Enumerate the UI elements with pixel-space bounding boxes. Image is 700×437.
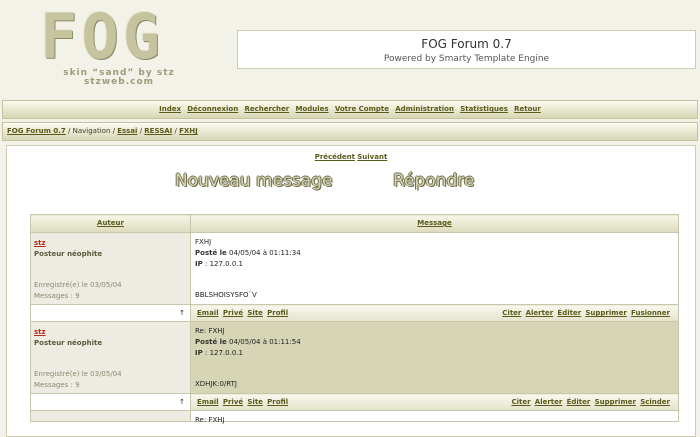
new-message-button[interactable]: Nouveau message	[175, 171, 332, 191]
breadcrumb-sep: /	[174, 127, 177, 135]
breadcrumb-essai[interactable]: Essai	[117, 127, 137, 135]
post-author-cell	[30, 410, 191, 422]
ip-value: : 127.0.0.1	[204, 349, 243, 357]
site-title-box: FOG Forum 0.7 Powered by Smarty Template…	[237, 30, 696, 69]
sort-message-link[interactable]: Message	[417, 219, 452, 227]
author-registered: Enregistré(e) le 03/05/04	[34, 370, 122, 378]
logo-site: stzweb.com	[83, 77, 155, 87]
author-rank: Posteur néophite	[34, 339, 103, 347]
ip-label: IP	[195, 349, 203, 357]
breadcrumb-navigation: Navigation	[72, 127, 111, 135]
breadcrumb-forum[interactable]: FOG Forum 0.7	[7, 127, 66, 135]
posted-label: Posté le	[195, 249, 227, 257]
posted-date: 04/05/04 à 01:11:34	[229, 249, 301, 257]
post-row: stz Posteur néophite Enregistré(e) le 03…	[30, 321, 679, 394]
post-subject: Re: FXHJ	[195, 416, 225, 424]
author-registered: Enregistré(e) le 03/05/04	[34, 281, 122, 289]
post-message-cell: Re: FXHJ	[190, 410, 679, 424]
post-tools-row: ↑ Email Privé Site Profil Citer Alerter …	[30, 393, 679, 411]
profile-link[interactable]: Profil	[267, 309, 288, 317]
author-message-count: Messages : 9	[34, 292, 80, 300]
website-link[interactable]: Site	[247, 309, 263, 317]
merge-link[interactable]: Fusionner	[631, 309, 670, 317]
nav-account[interactable]: Votre Compte	[335, 105, 389, 113]
topic-actions: Nouveau message Répondre	[175, 171, 515, 193]
post-body: BBLSHOISYSFO¨V	[195, 291, 257, 299]
nav-search[interactable]: Rechercher	[244, 105, 289, 113]
main-nav: Index Déconnexion Rechercher Modules Vot…	[2, 100, 698, 119]
post-message-cell: FXHJ Posté le 04/05/04 à 01:11:34 IP : 1…	[190, 232, 679, 305]
nav-statistics[interactable]: Statistiques	[460, 105, 508, 113]
author-name-link[interactable]: stz	[34, 239, 46, 247]
private-message-link[interactable]: Privé	[223, 309, 243, 317]
breadcrumb: FOG Forum 0.7 / Navigation / Essai / RES…	[2, 122, 698, 141]
logo[interactable]: FOG skin “sand” by stz stzweb.com	[0, 0, 235, 96]
back-to-top-icon[interactable]: ↑	[30, 304, 191, 322]
report-link[interactable]: Alerter	[535, 398, 563, 406]
ip-value: : 127.0.0.1	[204, 260, 243, 268]
post-author-cell: stz Posteur néophite Enregistré(e) le 03…	[30, 321, 191, 394]
posts-table: Auteur Message stz Posteur néophite Enre…	[30, 214, 679, 424]
post-body: XDHJK:0/RTJ	[195, 380, 237, 388]
author-message-count: Messages : 9	[34, 381, 80, 389]
nav-index[interactable]: Index	[159, 105, 181, 113]
reply-button[interactable]: Répondre	[393, 171, 474, 191]
split-link[interactable]: Scinder	[640, 398, 670, 406]
pager: Précédent Suivant	[7, 153, 695, 161]
post-tools-row: ↑ Email Privé Site Profil Citer Alerter …	[30, 304, 679, 322]
quote-link[interactable]: Citer	[502, 309, 521, 317]
delete-link[interactable]: Supprimer	[595, 398, 636, 406]
post-tools: Email Privé Site Profil Citer Alerter Éd…	[190, 393, 679, 411]
report-link[interactable]: Alerter	[526, 309, 554, 317]
pager-previous[interactable]: Précédent	[315, 153, 355, 161]
post-subject: Re: FXHJ	[195, 327, 225, 335]
post-tools: Email Privé Site Profil Citer Alerter Éd…	[190, 304, 679, 322]
breadcrumb-topic[interactable]: FXHJ	[179, 127, 198, 135]
column-header-message: Message	[190, 214, 679, 233]
posted-label: Posté le	[195, 338, 227, 346]
website-link[interactable]: Site	[247, 398, 263, 406]
edit-link[interactable]: Éditer	[567, 398, 591, 406]
sort-author-link[interactable]: Auteur	[97, 219, 124, 227]
logo-text: FOG	[40, 0, 164, 73]
nav-administration[interactable]: Administration	[395, 105, 454, 113]
site-subtitle: Powered by Smarty Template Engine	[383, 54, 550, 64]
author-name-link[interactable]: stz	[34, 328, 46, 336]
pager-next[interactable]: Suivant	[357, 153, 387, 161]
column-header-author: Auteur	[30, 214, 191, 233]
breadcrumb-sep: /	[112, 127, 115, 135]
topic-panel: Précédent Suivant Nouveau message Répond…	[6, 145, 696, 437]
post-meta: Posté le 04/05/04 à 01:11:54 IP : 127.0.…	[195, 337, 301, 359]
post-meta: Posté le 04/05/04 à 01:11:34 IP : 127.0.…	[195, 248, 301, 270]
breadcrumb-sep: /	[139, 127, 143, 135]
nav-logout[interactable]: Déconnexion	[187, 105, 238, 113]
breadcrumb-ressai[interactable]: RESSAI	[144, 127, 172, 135]
ip-label: IP	[195, 260, 203, 268]
posted-date: 04/05/04 à 01:11:54	[229, 338, 301, 346]
back-to-top-icon[interactable]: ↑	[30, 393, 191, 411]
post-row: stz Posteur néophite Enregistré(e) le 03…	[30, 232, 679, 305]
quote-link[interactable]: Citer	[511, 398, 530, 406]
post-subject: FXHJ	[195, 238, 212, 246]
breadcrumb-sep: /	[68, 127, 71, 135]
nav-back[interactable]: Retour	[514, 105, 541, 113]
email-link[interactable]: Email	[197, 398, 219, 406]
edit-link[interactable]: Éditer	[557, 309, 581, 317]
post-message-cell: Re: FXHJ Posté le 04/05/04 à 01:11:54 IP…	[190, 321, 679, 394]
private-message-link[interactable]: Privé	[223, 398, 243, 406]
post-author-cell: stz Posteur néophite Enregistré(e) le 03…	[30, 232, 191, 305]
post-row: Re: FXHJ	[30, 410, 679, 424]
nav-modules[interactable]: Modules	[295, 105, 328, 113]
delete-link[interactable]: Supprimer	[585, 309, 626, 317]
author-rank: Posteur néophite	[34, 250, 103, 258]
email-link[interactable]: Email	[197, 309, 219, 317]
site-title: FOG Forum 0.7	[421, 37, 512, 51]
profile-link[interactable]: Profil	[267, 398, 288, 406]
